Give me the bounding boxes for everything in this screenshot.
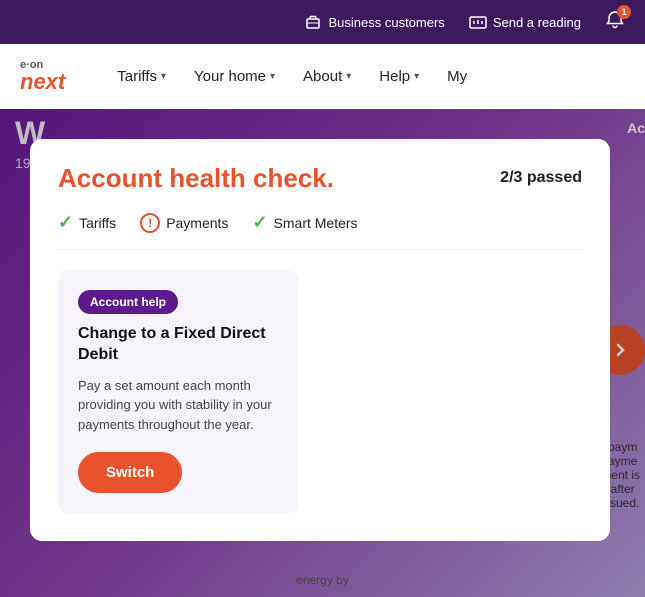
card-placeholder-right <box>314 270 582 513</box>
eon-next-logo[interactable]: e·on next <box>20 60 65 93</box>
nav-bar: e·on next Tariffs ▾ Your home ▾ About ▾ … <box>0 44 645 109</box>
nav-my[interactable]: My <box>435 60 479 93</box>
nav-tariffs[interactable]: Tariffs ▾ <box>105 60 178 93</box>
payments-check-label: Payments <box>166 215 228 231</box>
your-home-label: Your home <box>194 68 266 85</box>
your-home-chevron-icon: ▾ <box>270 71 275 82</box>
about-label: About <box>303 68 342 85</box>
smart-meters-check-icon: ✓ <box>252 212 267 233</box>
modal-header: Account health check. 2/3 passed <box>58 163 582 194</box>
my-label: My <box>447 68 467 85</box>
card-badge: Account help <box>78 290 178 314</box>
modal-title: Account health check. <box>58 163 334 194</box>
tariffs-label: Tariffs <box>117 68 157 85</box>
logo-next-text: next <box>20 71 65 93</box>
check-tariffs: ✓ Tariffs <box>58 212 116 233</box>
card-title: Change to a Fixed Direct Debit <box>78 324 278 366</box>
account-health-modal: Account health check. 2/3 passed ✓ Tarif… <box>30 139 610 541</box>
nav-your-home[interactable]: Your home ▾ <box>182 60 287 93</box>
modal-overlay: Account health check. 2/3 passed ✓ Tarif… <box>0 109 645 597</box>
nav-help[interactable]: Help ▾ <box>367 60 431 93</box>
notification-badge: 1 <box>617 5 631 19</box>
meter-icon <box>469 13 487 31</box>
card-description: Pay a set amount each month providing yo… <box>78 376 278 435</box>
modal-passed-count: 2/3 passed <box>500 169 582 187</box>
business-customers-link[interactable]: Business customers <box>304 13 444 31</box>
business-customers-label: Business customers <box>328 15 444 30</box>
check-smart-meters: ✓ Smart Meters <box>252 212 357 233</box>
send-reading-label: Send a reading <box>493 15 581 30</box>
tariffs-check-icon: ✓ <box>58 212 73 233</box>
card-section: Account help Change to a Fixed Direct De… <box>58 270 582 513</box>
help-chevron-icon: ▾ <box>414 71 419 82</box>
briefcase-icon <box>304 13 322 31</box>
notification-icon-wrap[interactable]: 1 <box>605 10 625 35</box>
check-payments: ! Payments <box>140 212 228 233</box>
send-reading-link[interactable]: Send a reading <box>469 13 581 31</box>
tariffs-check-label: Tariffs <box>79 215 116 231</box>
account-help-card: Account help Change to a Fixed Direct De… <box>58 270 298 513</box>
smart-meters-check-label: Smart Meters <box>274 215 358 231</box>
health-check-items: ✓ Tariffs ! Payments ✓ Smart Meters <box>58 212 582 250</box>
top-bar: Business customers Send a reading 1 <box>0 0 645 44</box>
about-chevron-icon: ▾ <box>346 71 351 82</box>
nav-items: Tariffs ▾ Your home ▾ About ▾ Help ▾ My <box>105 60 625 93</box>
payments-warning-icon: ! <box>140 213 160 233</box>
help-label: Help <box>379 68 410 85</box>
tariffs-chevron-icon: ▾ <box>161 71 166 82</box>
nav-about[interactable]: About ▾ <box>291 60 363 93</box>
switch-button[interactable]: Switch <box>78 452 182 493</box>
